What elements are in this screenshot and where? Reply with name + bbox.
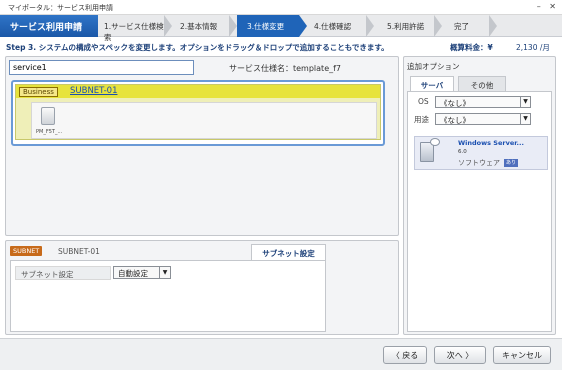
system-config-panel: サービス仕様名：template_f7 Business SUBNET-01 P… (5, 56, 399, 236)
server-icon[interactable] (41, 107, 55, 125)
speech-bubble-icon (430, 138, 440, 146)
usage-filter-select[interactable]: 《なし》 ▼ (435, 113, 531, 125)
os-filter-select[interactable]: 《なし》 ▼ (435, 96, 531, 108)
subnet-name: SUBNET-01 (58, 247, 100, 256)
spec-name-label: サービス仕様名：template_f7 (229, 64, 342, 73)
subnet-settings-panel: SUBNET SUBNET-01 サブネット設定 サブネット設定 自動設定 ▼ (5, 240, 399, 335)
config-canvas[interactable]: Business SUBNET-01 PM_F5T_... (11, 80, 385, 146)
chevron-down-icon: ▼ (520, 97, 530, 107)
close-icon[interactable]: ✕ (549, 2, 556, 11)
option-name: Windows Server... (458, 139, 524, 147)
instruction-text: Step 3. システムの構成やスペックを変更します。オプションをドラッグ＆ドロ… (6, 43, 389, 52)
subnet-setting-value: 自動設定 (118, 269, 148, 278)
step-spec-change: 3.仕様変更 (237, 15, 299, 37)
usage-filter-value: 《なし》 (440, 116, 470, 125)
wizard-title: サービス利用申請 (0, 15, 98, 37)
step-separator-icon (434, 15, 442, 37)
subnet-setting-label: サブネット設定 (15, 266, 111, 280)
service-name-input[interactable] (9, 60, 194, 75)
subnet-setting-select[interactable]: 自動設定 ▼ (113, 266, 171, 279)
subnet-link[interactable]: SUBNET-01 (70, 86, 117, 96)
option-type: ソフトウェア (458, 159, 500, 167)
step-complete: 完了 (454, 22, 469, 31)
step-separator-icon (489, 15, 497, 37)
business-segment: Business SUBNET-01 PM_F5T_... (15, 84, 381, 140)
option-version: 6.0 (458, 149, 467, 155)
option-card-windows-server[interactable]: Windows Server... 6.0 ソフトウェア あり (414, 136, 548, 170)
options-title: 追加オプション (407, 62, 460, 71)
back-button[interactable]: 〈 戻る (383, 346, 427, 364)
fee-label: 概算料金：¥ (450, 43, 493, 52)
window-titlebar: マイポータル：サービス利用申請 – ✕ (0, 0, 562, 15)
cancel-button[interactable]: キャンセル (493, 346, 551, 364)
os-filter-label: OS (418, 97, 429, 106)
step-license: 5.利用許諾 (387, 22, 425, 31)
tab-subnet-settings[interactable]: サブネット設定 (251, 244, 326, 260)
chevron-down-icon: ▼ (159, 267, 170, 278)
window-title: マイポータル：サービス利用申請 (8, 4, 113, 12)
step-active-arrow-icon (299, 15, 307, 37)
next-button[interactable]: 次へ 〉 (434, 346, 486, 364)
tab-server[interactable]: サーバ (410, 76, 454, 91)
subnet-settings-content: サブネット設定 自動設定 ▼ (10, 260, 326, 332)
subnet-server-area: PM_F5T_... (31, 102, 377, 139)
server-label: PM_F5T_... (36, 129, 63, 135)
footer-bar: 〈 戻る 次へ 〉 キャンセル (0, 338, 562, 370)
step-spec-confirm: 4.仕様確認 (314, 22, 352, 31)
step-separator-icon (164, 15, 172, 37)
usage-filter-label: 用途 (414, 115, 429, 124)
step-basic-info: 2.基本情報 (180, 22, 218, 31)
tab-other[interactable]: その他 (458, 76, 506, 91)
step-spec-search: 1.サービス仕様検索 (104, 22, 164, 42)
window-controls: – ✕ (531, 2, 556, 11)
option-badge: あり (504, 159, 519, 167)
chevron-down-icon: ▼ (520, 114, 530, 124)
step-separator-icon (229, 15, 237, 37)
fee-value: 2,130 /月 (516, 43, 550, 52)
wizard-step-bar: サービス利用申請 1.サービス仕様検索 2.基本情報 3.仕様変更 4.仕様確認… (0, 15, 562, 42)
os-filter-value: 《なし》 (440, 99, 470, 108)
minimize-icon[interactable]: – (537, 2, 541, 11)
business-tag: Business (19, 87, 58, 97)
step-separator-icon (366, 15, 374, 37)
options-body: OS 《なし》 ▼ 用途 《なし》 ▼ Windows Server... 6.… (407, 91, 552, 332)
additional-options-panel: 追加オプション サーバ その他 OS 《なし》 ▼ 用途 《なし》 ▼ Wind… (403, 56, 556, 335)
subnet-tag: SUBNET (10, 246, 43, 256)
